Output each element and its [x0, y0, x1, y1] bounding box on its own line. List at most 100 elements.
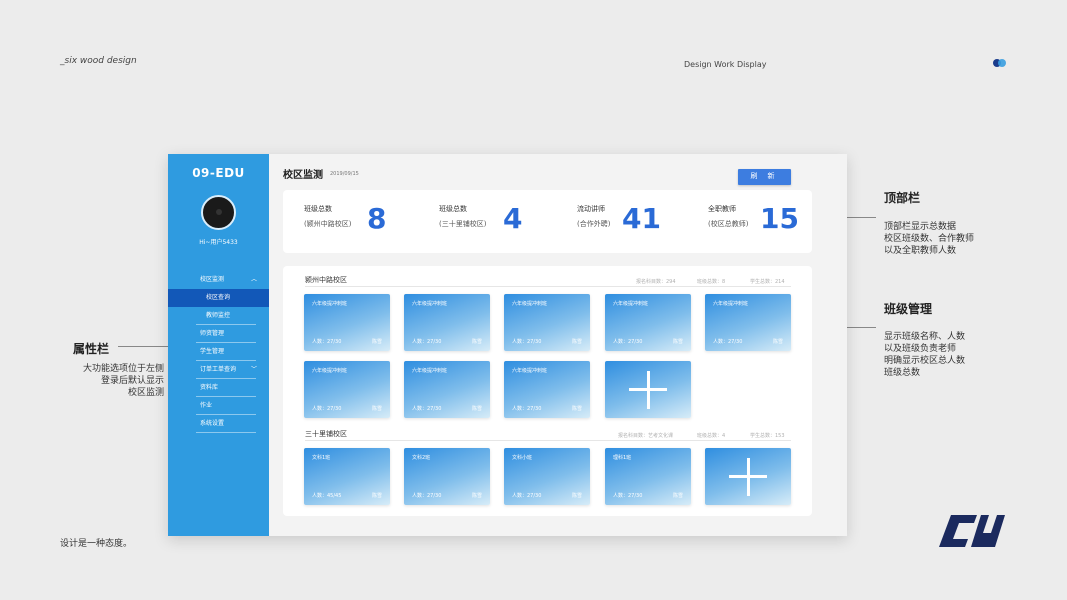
stats-bar: 班级总数 (颍州中路校区) 8 班级总数 (三十里铺校区) 4 流动讲师 (合作… — [283, 190, 812, 253]
stat-classes-sanshili: 班级总数 (三十里铺校区) 4 — [439, 203, 522, 235]
campus-meta: 学生总数：214 — [750, 279, 785, 285]
class-teacher: 陈雪 — [672, 339, 683, 345]
class-card[interactable]: 六年级提冲刺班 人数：27/30 陈雪 — [705, 294, 791, 351]
sidebar-item-label: 订单工单查询 — [200, 366, 237, 373]
page-date: 2019/09/15 — [330, 171, 359, 177]
class-teacher: 陈雪 — [371, 493, 382, 499]
stat-fulltime-teachers: 全职教师 (校区总教师) 15 — [708, 203, 799, 235]
sidebar-item-faculty[interactable]: 师资管理 — [168, 325, 269, 343]
class-teacher: 陈雪 — [571, 339, 582, 345]
username: Hi~用户5433 — [199, 239, 238, 246]
chevron-up-icon: ︿ — [250, 276, 257, 283]
annotation-top-title: 顶部栏 — [884, 191, 921, 205]
class-name: 六年级提冲刺班 — [613, 301, 649, 307]
sidebar-item-campus-query[interactable]: 校区查询 — [168, 289, 269, 307]
annotation-class-title: 班级管理 — [884, 302, 933, 316]
stat-sublabel: (三十里铺校区) — [439, 220, 487, 228]
sidebar-item-label: 资料库 — [200, 384, 219, 391]
class-name: 六年级提冲刺班 — [412, 368, 448, 374]
class-card[interactable]: 六年级提冲刺班 人数：27/30 陈雪 — [404, 294, 490, 351]
stat-label: 流动讲师 — [577, 205, 605, 213]
class-card[interactable]: 六年级提冲刺班 人数：27/30 陈雪 — [605, 294, 691, 351]
class-card[interactable]: 文科2班 人数：27/30 陈雪 — [404, 448, 490, 505]
sidebar-item-settings[interactable]: 系统设置 — [168, 415, 269, 433]
class-teacher: 陈雪 — [371, 339, 382, 345]
campus-header-yingzhou: 颍州中路校区 报名科目数：294 班级总数：8 学生总数：214 — [305, 275, 791, 287]
sidebar-menu: 校区监测 ︿ 校区查询 教师监控 师资管理 学生管理 订单工单查询 ﹀ 资料库 — [168, 271, 269, 433]
annotation-class-text: 显示班级名称、人数 以及班级负责老师 明确显示校区总人数 班级总数 — [884, 332, 966, 378]
class-name: 文科2班 — [412, 455, 431, 461]
stat-label: 班级总数 — [304, 205, 332, 213]
brand-logo-icon — [939, 515, 1005, 547]
stat-value: 41 — [622, 202, 661, 235]
class-count: 人数：27/30 — [412, 406, 442, 412]
avatar[interactable] — [201, 195, 236, 230]
stat-label: 班级总数 — [439, 205, 467, 213]
class-teacher: 陈雪 — [571, 493, 582, 499]
class-name: 六年级提冲刺班 — [512, 301, 548, 307]
class-card[interactable]: 文科1班 人数：45/45 陈雪 — [304, 448, 390, 505]
refresh-button[interactable]: 刷 新 — [738, 169, 791, 185]
stat-label: 全职教师 — [708, 205, 736, 213]
page-title: 校区监测 — [283, 170, 323, 181]
class-name: 六年级提冲刺班 — [312, 301, 348, 307]
dots-icon — [993, 59, 1009, 67]
sidebar-item-library[interactable]: 资料库 — [168, 379, 269, 397]
sidebar-item-label: 学生管理 — [200, 348, 225, 355]
campus-name: 三十里铺校区 — [305, 430, 347, 438]
class-card[interactable]: 文科小班 人数：27/30 陈雪 — [504, 448, 590, 505]
class-name: 六年级提冲刺班 — [312, 368, 348, 374]
stat-value: 15 — [760, 202, 799, 235]
class-teacher: 陈雪 — [571, 406, 582, 412]
sidebar-item-label: 教师监控 — [206, 312, 231, 319]
class-count: 人数：27/30 — [512, 406, 542, 412]
sidebar-item-homework[interactable]: 作业 — [168, 397, 269, 415]
sidebar-item-teacher-monitor[interactable]: 教师监控 — [168, 307, 269, 325]
campus-name: 颍州中路校区 — [305, 276, 347, 284]
class-name: 理科1班 — [613, 455, 632, 461]
class-teacher: 陈雪 — [672, 493, 683, 499]
class-count: 人数：27/30 — [412, 493, 442, 499]
class-card[interactable]: 理科1班 人数：27/30 陈雪 — [605, 448, 691, 505]
campus-meta: 学生总数：153 — [750, 433, 785, 439]
campus-header-sanshili: 三十里铺校区 报名科目数：艺考文化课 班级总数：4 学生总数：153 — [305, 429, 791, 441]
sidebar-item-label: 师资管理 — [200, 330, 225, 337]
class-teacher: 陈雪 — [471, 406, 482, 412]
campus-meta: 报名科目数：294 — [636, 279, 676, 285]
app-title: 09-EDU — [192, 166, 245, 180]
class-name: 六年级提冲刺班 — [713, 301, 749, 307]
add-class-button[interactable] — [605, 361, 691, 418]
class-card[interactable]: 六年级提冲刺班 人数：27/30 陈雪 — [404, 361, 490, 418]
class-name: 六年级提冲刺班 — [512, 368, 548, 374]
annotation-sidebar-text: 大功能选项位于左侧 登录后默认显示 校区监测 — [82, 364, 164, 398]
add-class-button[interactable] — [705, 448, 791, 505]
class-card[interactable]: 六年级提冲刺班 人数：27/30 陈雪 — [304, 294, 390, 351]
sidebar-item-students[interactable]: 学生管理 — [168, 343, 269, 361]
class-count: 人数：27/30 — [613, 339, 643, 345]
stat-value: 4 — [503, 202, 523, 235]
class-name: 文科1班 — [312, 455, 331, 461]
class-card[interactable]: 六年级提冲刺班 人数：27/30 陈雪 — [504, 361, 590, 418]
chevron-down-icon: ﹀ — [250, 366, 257, 373]
class-name: 六年级提冲刺班 — [412, 301, 448, 307]
class-teacher: 陈雪 — [371, 406, 382, 412]
tagline: 设计是一种态度。 — [60, 539, 133, 549]
showcase-label: Design Work Display — [684, 60, 767, 69]
sidebar-item-label: 作业 — [200, 402, 213, 409]
sidebar-item-label: 校区监测 — [200, 276, 225, 283]
class-card[interactable]: 六年级提冲刺班 人数：27/30 陈雪 — [504, 294, 590, 351]
stat-sublabel: (颍州中路校区) — [304, 220, 352, 228]
stat-visiting-lecturers: 流动讲师 (合作外聘) 41 — [577, 203, 661, 235]
stat-classes-yingzhou: 班级总数 (颍州中路校区) 8 — [304, 203, 386, 235]
class-card[interactable]: 六年级提冲刺班 人数：27/30 陈雪 — [304, 361, 390, 418]
stat-value: 8 — [367, 202, 387, 235]
brand-label: _six wood design — [60, 56, 137, 66]
class-count: 人数：27/30 — [512, 493, 542, 499]
class-count: 人数：27/30 — [512, 339, 542, 345]
plus-icon-vertical — [647, 371, 650, 409]
sidebar-item-orders[interactable]: 订单工单查询 ﹀ — [168, 361, 269, 379]
sidebar-item-campus-monitor[interactable]: 校区监测 ︿ — [168, 271, 269, 289]
annotation-top-text: 顶部栏显示总数据 校区班级数、合作教师 以及全职教师人数 — [884, 222, 975, 256]
stat-sublabel: (合作外聘) — [577, 220, 611, 228]
class-count: 人数：45/45 — [312, 493, 342, 499]
